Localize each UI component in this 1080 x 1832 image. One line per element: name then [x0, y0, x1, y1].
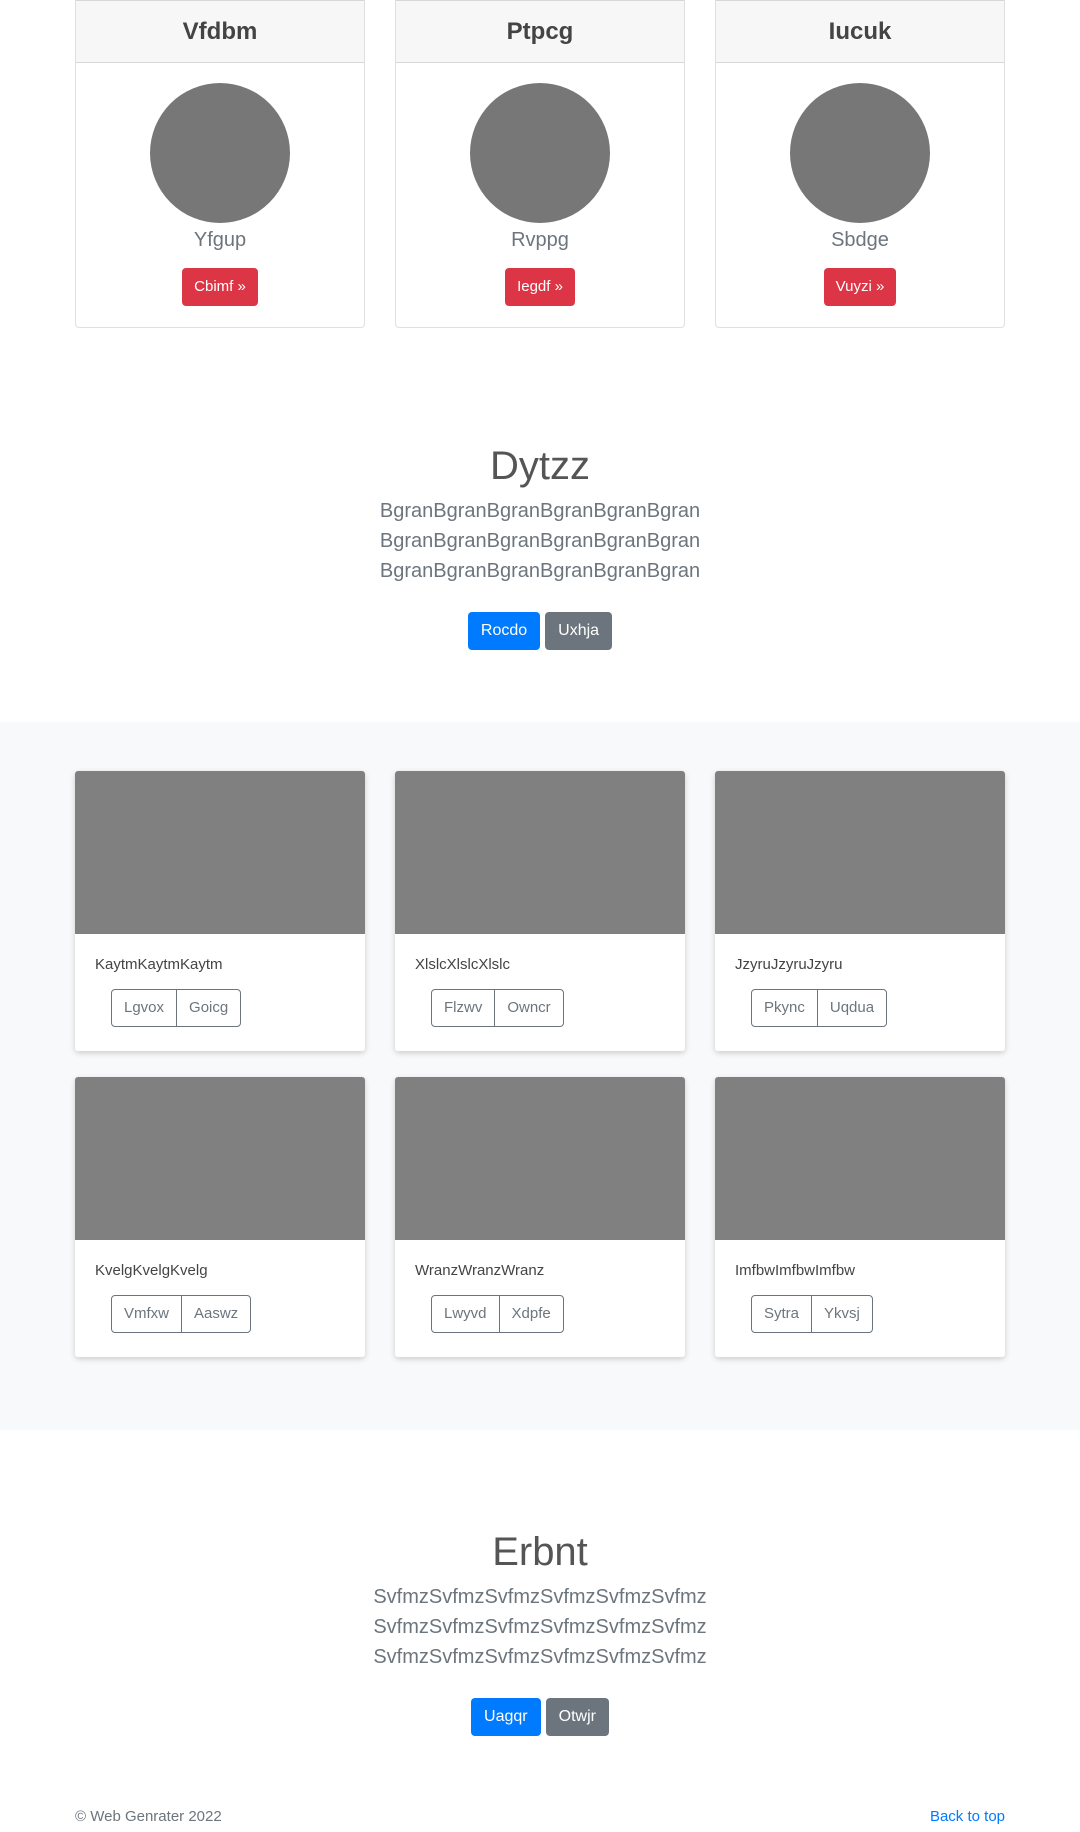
profile-card-name: Sbdge	[831, 229, 889, 251]
album-card: JzyruJzyruJzyru Pkync Uqdua	[715, 771, 1005, 1051]
thumbnail-image	[395, 1077, 685, 1240]
thumbnail-image	[395, 771, 685, 934]
album-card-text: JzyruJzyruJzyru	[735, 956, 843, 973]
album-card: WranzWranzWranz Lwyvd Xdpfe	[395, 1077, 685, 1357]
album-card-button-group: Flzwv Owncr	[431, 989, 564, 1027]
album-card-button[interactable]: Pkync	[752, 990, 817, 1026]
jumbotron-buttons: Rocdo Uxhja	[0, 612, 1080, 650]
album-card-button-group: Lgvox Goicg	[111, 989, 242, 1027]
album-card: XlslcXlslcXlslc Flzwv Owncr	[395, 771, 685, 1051]
jumbotron-title: Erbnt	[492, 1530, 588, 1574]
album-card-button-group: Lwyvd Xdpfe	[431, 1295, 564, 1333]
back-to-top-link[interactable]: Back to top	[930, 1808, 1005, 1825]
album-card-text: KaytmKaytmKaytm	[95, 956, 223, 973]
album-card-button[interactable]: Ykvsj	[811, 1296, 872, 1332]
primary-button[interactable]: Rocdo	[467, 612, 541, 650]
jumbotron-section: Erbnt SvfmzSvfmzSvfmzSvfmzSvfmzSvfmz Svf…	[0, 1528, 1080, 1736]
thumbnail-image	[715, 771, 1005, 934]
album-card: KaytmKaytmKaytm Lgvox Goicg	[75, 771, 365, 1051]
album-card-text: XlslcXlslcXlslc	[415, 956, 511, 973]
album-card-text: KvelgKvelgKvelg	[95, 1262, 208, 1279]
album-card: ImfbwImfbwImfbw Sytra Ykvsj	[715, 1077, 1005, 1357]
jumbotron-section: Dytzz BgranBgranBgranBgranBgranBgran Bgr…	[0, 442, 1080, 650]
copyright-text: © Web Genrater 2022	[75, 1808, 222, 1825]
avatar	[150, 83, 290, 223]
footer: © Web Genrater 2022 Back to top	[75, 1808, 1005, 1825]
album-card-button-group: Vmfxw Aaswz	[111, 1295, 252, 1333]
album-card-button[interactable]: Aaswz	[181, 1296, 250, 1332]
profile-card-title: Ptpcg	[396, 0, 684, 63]
album-card-button[interactable]: Goicg	[176, 990, 240, 1026]
jumbotron-title: Dytzz	[490, 444, 590, 488]
profile-card-row: Vfdbm Yfgup Cbimf » Ptpcg Rvppg Iegdf » …	[75, 0, 1005, 328]
profile-card-title: Iucuk	[716, 0, 1004, 63]
album-card: KvelgKvelgKvelg Vmfxw Aaswz	[75, 1077, 365, 1357]
thumbnail-image	[75, 771, 365, 934]
profile-card-name: Yfgup	[193, 229, 247, 251]
album-card-button[interactable]: Owncr	[494, 990, 562, 1026]
album-card-button[interactable]: Lwyvd	[432, 1296, 499, 1332]
profile-card-title: Vfdbm	[76, 0, 364, 63]
avatar	[470, 83, 610, 223]
thumbnail-image	[715, 1077, 1005, 1240]
album-card-button[interactable]: Vmfxw	[112, 1296, 181, 1332]
profile-card-button[interactable]: Vuyzi »	[823, 268, 897, 306]
album-grid: KaytmKaytmKaytm Lgvox Goicg XlslcXlslcXls…	[75, 771, 1005, 1357]
secondary-button[interactable]: Otwjr	[545, 1698, 609, 1736]
jumbotron-lead: SvfmzSvfmzSvfmzSvfmzSvfmzSvfmz SvfmzSvfm…	[373, 1586, 707, 1668]
album-card-button[interactable]: Xdpfe	[498, 1296, 563, 1332]
album-card-text: ImfbwImfbwImfbw	[735, 1262, 856, 1279]
album-card-text: WranzWranzWranz	[415, 1262, 545, 1279]
jumbotron-buttons: Uagqr Otwjr	[0, 1698, 1080, 1736]
jumbotron-lead: BgranBgranBgranBgranBgranBgran BgranBgra…	[379, 500, 701, 582]
album-section: KaytmKaytmKaytm Lgvox Goicg XlslcXlslcXls…	[0, 722, 1080, 1430]
profile-card-name: Rvppg	[511, 229, 569, 251]
album-card-button[interactable]: Flzwv	[432, 990, 494, 1026]
profile-card: Ptpcg Rvppg Iegdf »	[395, 0, 685, 328]
primary-button[interactable]: Uagqr	[471, 1698, 541, 1736]
album-card-button-group: Pkync Uqdua	[751, 989, 888, 1027]
album-card-button[interactable]: Lgvox	[112, 990, 176, 1026]
album-card-button[interactable]: Uqdua	[816, 990, 886, 1026]
album-card-button[interactable]: Sytra	[752, 1296, 811, 1332]
profile-card-button[interactable]: Cbimf »	[182, 268, 258, 306]
profile-card: Iucuk Sbdge Vuyzi »	[715, 0, 1005, 328]
album-card-button-group: Sytra Ykvsj	[751, 1295, 873, 1333]
secondary-button[interactable]: Uxhja	[545, 612, 613, 650]
thumbnail-image	[75, 1077, 365, 1240]
avatar	[790, 83, 930, 223]
profile-card-button[interactable]: Iegdf »	[505, 268, 575, 306]
profile-card: Vfdbm Yfgup Cbimf »	[75, 0, 365, 328]
